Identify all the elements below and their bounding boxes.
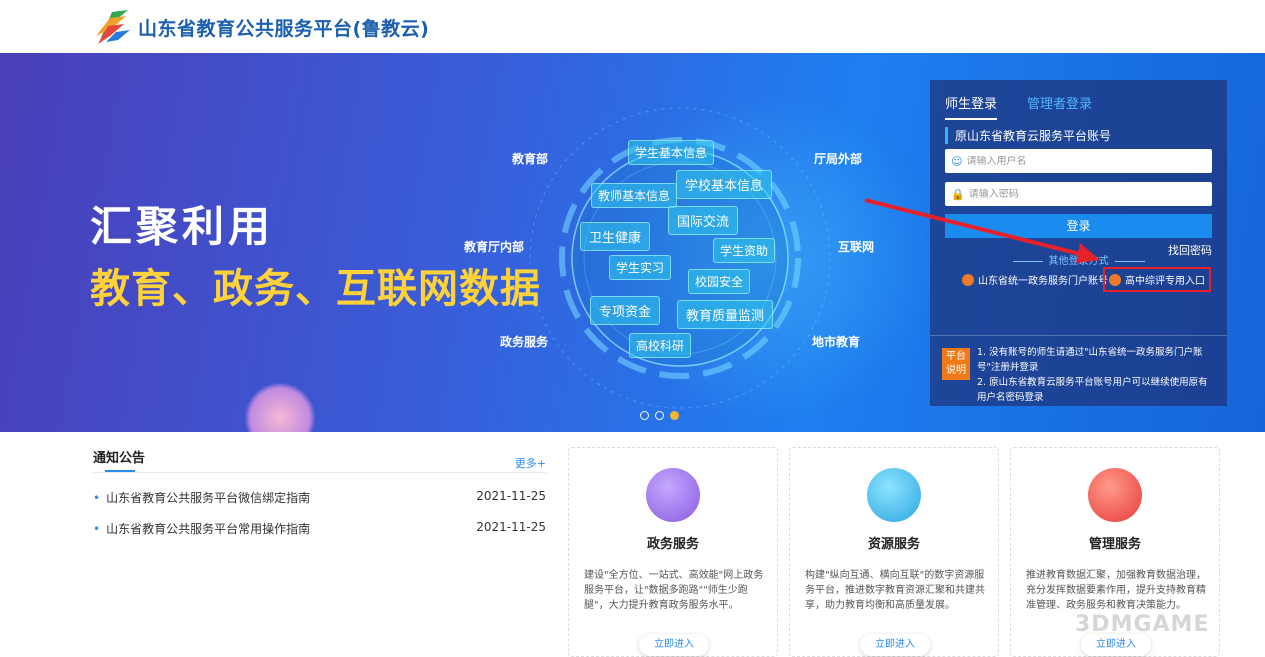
login-tabs: 师生登录 管理者登录 (945, 93, 1092, 120)
bullet-icon: • (93, 522, 101, 536)
data-tag: 教师基本信息 (591, 183, 678, 208)
card-title: 政务服务 (646, 537, 699, 552)
spoke-label: 教育厅内部 (464, 240, 525, 254)
spoke-label: 地市教育 (812, 335, 861, 349)
notice-title: 通知公告 (93, 451, 146, 466)
card-desc: 构建"纵向互通、横向互联"的数字资源服务平台，推进数字教育资源汇聚和共建共享，助… (805, 570, 985, 611)
username-input[interactable] (966, 155, 1207, 167)
users-icon (646, 468, 700, 522)
notice-item[interactable]: • 山东省教育公共服务平台常用操作指南 2021-11-25 (93, 520, 546, 537)
notice-item-title[interactable]: 山东省教育公共服务平台微信绑定指南 (106, 491, 310, 505)
red-arrow-annotation (864, 198, 1100, 263)
data-tag: 学生基本信息 (628, 140, 715, 165)
bulb-icon (1088, 468, 1142, 522)
gov-portal-icon (962, 273, 974, 286)
data-tag: 校园安全 (688, 269, 751, 294)
card-desc: 建设"全方位、一站式、高效能"网上政务服务平台，让"数据多跑路""师生少跑腿"，… (584, 570, 764, 611)
notice-more-link[interactable]: 更多+ (515, 455, 546, 471)
enter-button[interactable]: 立即进入 (639, 634, 709, 656)
note-line: 1. 没有账号的师生请通过"山东省统一政务服务门户账号"注册并登录 (977, 347, 1203, 373)
data-tag: 教育质量监测 (677, 300, 774, 329)
data-tag: 学生资助 (713, 238, 776, 263)
carousel-dot-active[interactable] (670, 411, 679, 420)
note-text: 1. 没有账号的师生请通过"山东省统一政务服务门户账号"注册并登录 2. 原山东… (977, 345, 1217, 405)
notice-item[interactable]: • 山东省教育公共服务平台微信绑定指南 2021-11-25 (93, 489, 546, 506)
notice-item-title[interactable]: 山东省教育公共服务平台常用操作指南 (106, 522, 310, 536)
data-tag: 专项资金 (590, 296, 661, 325)
card-title: 管理服务 (1088, 537, 1141, 552)
tab-student-teacher[interactable]: 师生登录 (945, 93, 998, 120)
banner-headline: 汇聚利用 (90, 202, 275, 251)
watermark: 3DMGAME (1075, 612, 1210, 637)
site-header: 山东省教育公共服务平台(鲁教云) (0, 0, 1265, 53)
carousel-dot[interactable] (655, 411, 664, 420)
enter-button[interactable]: 立即进入 (1081, 634, 1151, 656)
user-icon: ☺ (951, 154, 963, 168)
note-badge: 平台说明 (942, 348, 970, 380)
card-resource-service: 资源服务 构建"纵向互通、横向互联"的数字资源服务平台，推进数字教育资源汇聚和共… (789, 447, 999, 657)
data-tag: 学校基本信息 (676, 170, 773, 199)
login-subtitle: 原山东省教育云服务平台账号 (945, 127, 1111, 144)
notice-item-date: 2021-11-25 (476, 489, 546, 503)
site-title[interactable]: 山东省教育公共服务平台(鲁教云) (138, 14, 429, 41)
logo-icon[interactable] (92, 6, 134, 46)
bullet-icon: • (93, 491, 101, 505)
data-tag: 学生实习 (609, 255, 672, 280)
notice-item-date: 2021-11-25 (476, 520, 546, 534)
card-title: 资源服务 (867, 537, 920, 552)
notice-title-underline (105, 470, 135, 472)
tab-admin[interactable]: 管理者登录 (1027, 93, 1092, 120)
carousel-dot[interactable] (640, 411, 649, 420)
data-tag: 国际交流 (668, 206, 739, 235)
data-tag: 高校科研 (629, 333, 692, 358)
spoke-label: 教育部 (512, 152, 549, 166)
spoke-label: 厅局外部 (814, 152, 863, 166)
note-line: 2. 原山东省教育云服务平台账号用户可以继续使用原有用户名密码登录 (977, 377, 1208, 403)
card-government-service: 政务服务 建设"全方位、一站式、高效能"网上政务服务平台，让"数据多跑路""师生… (568, 447, 778, 657)
notice-divider (93, 472, 546, 473)
highschool-icon (1109, 273, 1121, 286)
briefcase-icon (867, 468, 921, 522)
carousel-dots (640, 411, 679, 420)
username-field[interactable]: ☺ (945, 149, 1212, 173)
highschool-label: 高中综评专用入口 (1125, 276, 1205, 287)
card-desc: 推进教育数据汇聚，加强教育数据治理，充分发挥数据要素作用，提升支持教育精准管理、… (1026, 570, 1206, 611)
data-tag: 卫生健康 (580, 222, 651, 251)
banner-subheadline: 教育、政务、互联网数据 (90, 266, 541, 312)
notice-section: 通知公告 更多+ • 山东省教育公共服务平台微信绑定指南 2021-11-25 •… (93, 447, 546, 536)
spoke-label: 政务服务 (500, 335, 549, 349)
decorative-sphere (245, 383, 315, 432)
platform-notes: 平台说明 1. 没有账号的师生请通过"山东省统一政务服务门户账号"注册并登录 2… (930, 335, 1227, 406)
enter-button[interactable]: 立即进入 (860, 634, 930, 656)
